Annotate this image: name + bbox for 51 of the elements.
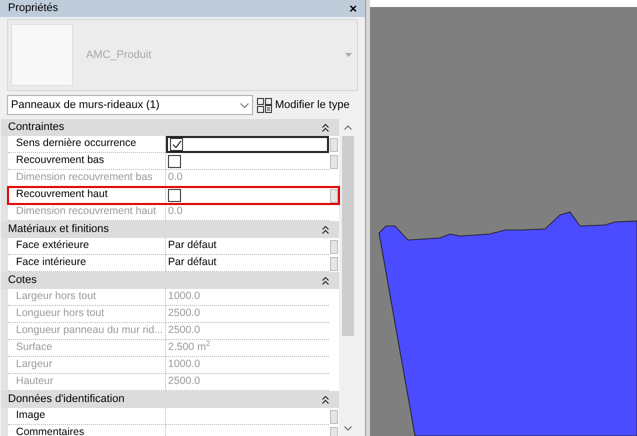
scroll-up-icon[interactable] <box>344 125 352 130</box>
property-row[interactable]: Recouvrement haut <box>8 187 339 204</box>
type-name: AMC_Produit <box>86 48 152 63</box>
property-row[interactable]: Face intérieure Par défaut <box>8 255 339 272</box>
scroll-thumb[interactable] <box>342 136 354 336</box>
property-row[interactable]: Image <box>8 408 339 425</box>
type-properties-icon <box>257 98 272 112</box>
group-header[interactable]: Matériaux et finitions <box>1 221 339 238</box>
collapse-icon <box>322 124 329 132</box>
value-cell[interactable] <box>166 136 329 153</box>
close-button[interactable]: × <box>349 2 357 15</box>
associate-parameter-button[interactable] <box>330 410 338 424</box>
associate-parameter-button[interactable] <box>330 256 338 270</box>
property-value: 0.0 <box>168 170 183 186</box>
property-row[interactable]: Face extérieure Par défaut <box>8 238 339 255</box>
associate-parameter-button[interactable] <box>330 188 338 202</box>
associate-parameter-button[interactable] <box>330 154 338 168</box>
property-value: 1000.0 <box>168 357 200 372</box>
type-selector[interactable]: Panneaux de murs-rideaux (1) <box>7 95 253 115</box>
property-name: Commentaires <box>8 425 166 436</box>
property-value: 2.500 m$^{2}$ <box>168 340 210 356</box>
property-value: 2500.0 <box>168 323 200 338</box>
property-value: Par défaut <box>168 238 216 254</box>
collapse-icon <box>322 226 329 234</box>
property-row[interactable]: Recouvrement bas <box>8 153 339 170</box>
property-row[interactable]: Sens dernière occurrence <box>8 136 339 153</box>
chevron-down-icon <box>240 102 249 108</box>
edit-type-button[interactable]: Modifier le type <box>257 96 350 114</box>
checkbox[interactable] <box>168 188 181 202</box>
dropdown-arrow-icon <box>345 53 352 57</box>
property-value: 2500.0 <box>168 374 200 390</box>
group-header[interactable]: Données d'identification <box>1 391 339 408</box>
collapse-icon <box>322 276 329 284</box>
thumbnail <box>11 24 73 86</box>
associate-parameter-button[interactable] <box>330 138 338 152</box>
associate-parameter-button[interactable] <box>330 240 338 254</box>
property-value: Par défaut <box>168 255 216 270</box>
type-preview[interactable]: AMC_Produit <box>7 19 358 91</box>
property-value: 0.0 <box>168 204 183 220</box>
collapse-icon <box>322 396 329 404</box>
checkbox[interactable] <box>170 138 183 151</box>
checkbox[interactable] <box>168 154 181 168</box>
scroll-down-icon[interactable] <box>344 426 352 431</box>
checkmark-icon <box>172 140 182 149</box>
group-header[interactable]: Contraintes <box>1 119 339 136</box>
property-value: 1000.0 <box>168 289 200 304</box>
property-value: 2500.0 <box>168 306 200 322</box>
group-header[interactable]: Cotes <box>1 272 339 289</box>
property-row[interactable]: Commentaires <box>8 425 339 436</box>
panel-title: Propriétés <box>8 1 58 16</box>
property-name: Recouvrement haut <box>8 187 166 204</box>
